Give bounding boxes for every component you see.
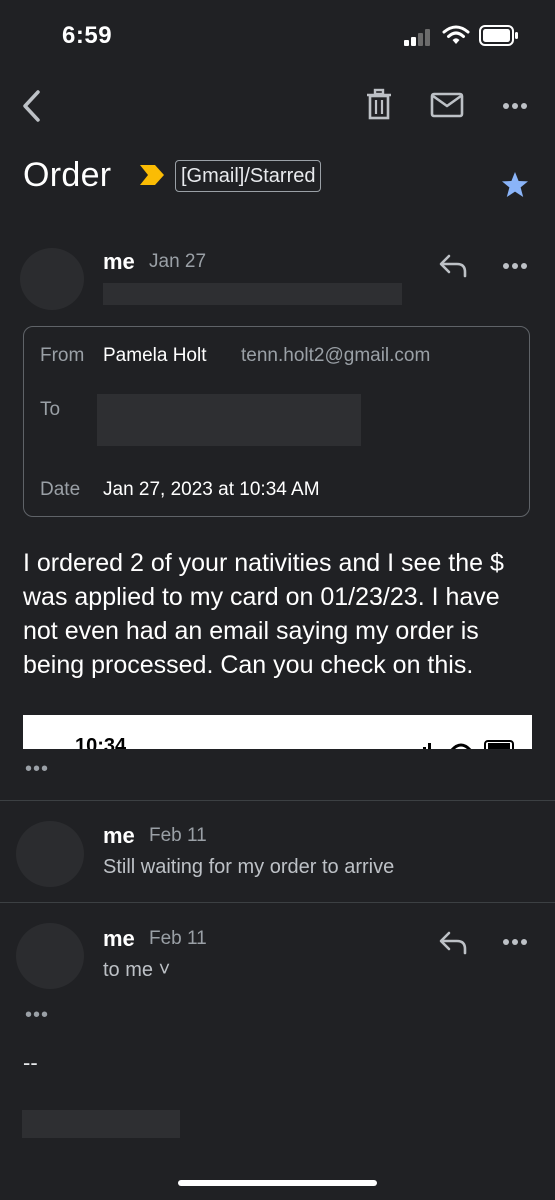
mail-icon [430, 92, 464, 118]
redacted-recipient [103, 283, 402, 305]
message-more-button[interactable] [500, 932, 530, 952]
message-sender: me [103, 926, 135, 951]
more-horizontal-icon [503, 103, 527, 109]
to-label: To [40, 399, 61, 420]
message-date: Jan 27 [149, 251, 207, 272]
from-label: From [40, 345, 85, 366]
recipient-dropdown[interactable]: to me ˅ [103, 959, 170, 982]
reply-icon [439, 931, 467, 955]
redacted-signature [22, 1110, 180, 1138]
preview-time-text: 10:34 [75, 735, 127, 749]
preview-status-icons [423, 740, 514, 749]
more-horizontal-icon [503, 263, 527, 269]
trash-icon [367, 88, 391, 120]
message-date: Feb 11 [149, 825, 207, 846]
message-sender: me [103, 249, 135, 274]
date-value: Jan 27, 2023 at 10:34 AM [103, 479, 320, 500]
reply-button[interactable] [437, 252, 469, 278]
star-button[interactable] [500, 170, 530, 200]
signature-separator: -- [23, 1050, 38, 1075]
divider [0, 902, 555, 903]
status-bar-time: 6:59 [62, 22, 113, 49]
star-icon [502, 172, 528, 197]
inline-image-preview[interactable]: 10:34 [23, 715, 532, 749]
show-trimmed-content[interactable]: ••• [25, 1005, 49, 1025]
wifi-icon [442, 24, 470, 46]
from-email[interactable]: tenn.holt2@gmail.com [241, 345, 430, 367]
battery-icon [479, 25, 519, 46]
message-body: I ordered 2 of your nativities and I see… [23, 549, 504, 679]
cellular-signal-icon [404, 28, 434, 46]
message-snippet: Still waiting for my order to arrive [103, 856, 395, 878]
home-indicator[interactable] [178, 1180, 377, 1186]
message-date: Feb 11 [149, 928, 207, 949]
folder-label-chip[interactable]: [Gmail]/Starred [175, 160, 322, 192]
more-options-button[interactable] [500, 96, 530, 116]
from-name: Pamela Holt [103, 345, 207, 366]
chevron-left-icon [23, 90, 40, 122]
show-trimmed-content[interactable]: ••• [25, 759, 49, 779]
reply-icon [439, 254, 467, 278]
date-label: Date [40, 479, 81, 500]
important-marker-icon [139, 164, 165, 186]
avatar [16, 821, 84, 887]
avatar [16, 923, 84, 989]
message-sender: me [103, 823, 135, 848]
avatar [20, 248, 84, 310]
delete-button[interactable] [366, 88, 392, 122]
back-button[interactable] [20, 88, 46, 124]
more-horizontal-icon [503, 939, 527, 945]
email-subject: Order [23, 156, 112, 194]
reply-button[interactable] [437, 929, 469, 955]
mark-unread-button[interactable] [430, 92, 464, 118]
message-more-button[interactable] [500, 256, 530, 276]
redacted-to-address [97, 394, 361, 446]
